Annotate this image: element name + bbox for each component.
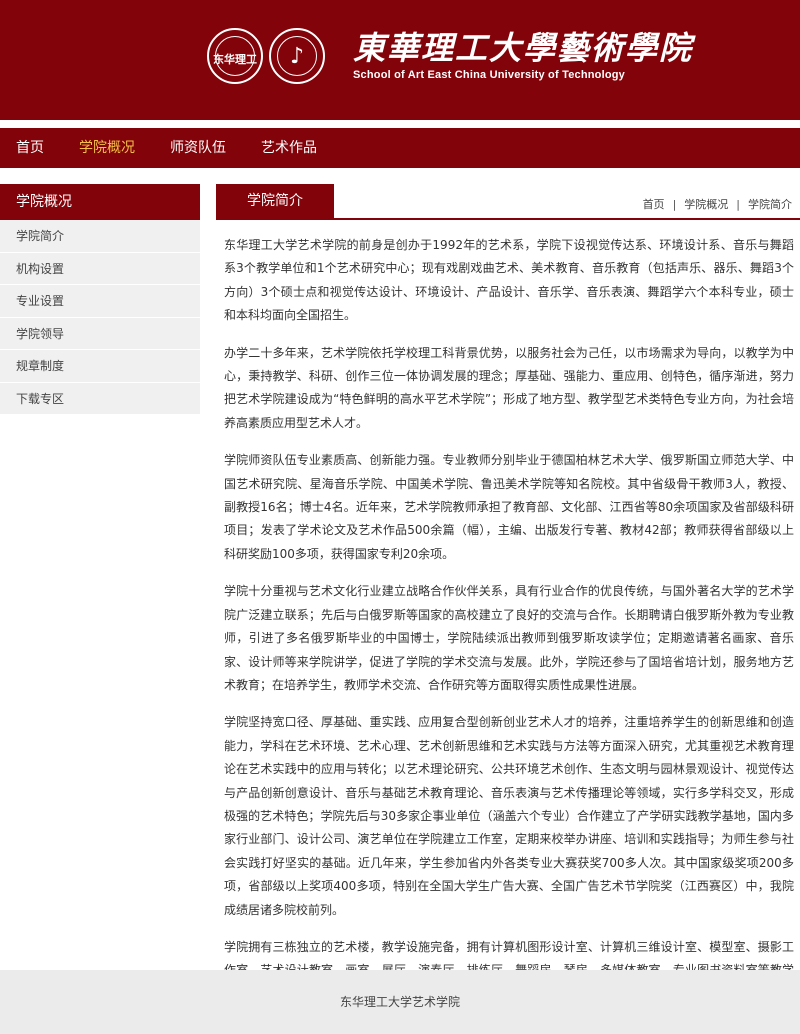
breadcrumb-about[interactable]: 学院概况	[684, 198, 728, 211]
sidebar: 学院概况 学院简介 机构设置 专业设置 学院领导 规章制度 下载专区	[0, 184, 200, 415]
nav-item-faculty[interactable]: 师资队伍	[154, 128, 242, 168]
breadcrumb: 首页 | 学院概况 | 学院简介	[643, 196, 792, 212]
nav-item-home[interactable]: 首页	[0, 128, 60, 168]
content-tab-title: 学院简介	[216, 184, 334, 218]
logo-group[interactable]: 东华理工 ♪ 東華理工大學藝術學院 School of Art East Chi…	[207, 24, 693, 88]
sidebar-item-organization[interactable]: 机构设置	[0, 253, 200, 285]
breadcrumb-intro[interactable]: 学院简介	[748, 198, 792, 211]
site-header: 东华理工 ♪ 東華理工大學藝術學院 School of Art East Chi…	[0, 0, 800, 120]
sidebar-item-intro[interactable]: 学院简介	[0, 220, 200, 253]
sidebar-title: 学院概况	[0, 184, 200, 220]
footer-text: 东华理工大学艺术学院	[339, 995, 460, 1009]
article-body: 东华理工大学艺术学院的前身是创办于1992年的艺术系，学院下设视觉传达系、环境设…	[224, 234, 794, 1034]
sidebar-item-downloads[interactable]: 下载专区	[0, 383, 200, 415]
sidebar-list: 学院简介 机构设置 专业设置 学院领导 规章制度 下载专区	[0, 220, 200, 415]
music-note-icon: ♪	[277, 36, 317, 76]
content-header: 学院简介 首页 | 学院概况 | 学院简介	[216, 184, 800, 220]
article-paragraph: 学院师资队伍专业素质高、创新能力强。专业教师分别毕业于德国柏林艺术大学、俄罗斯国…	[224, 453, 794, 561]
site-title-cn: 東華理工大學藝術學院	[353, 29, 694, 67]
art-school-emblem-icon: ♪	[269, 28, 325, 84]
sidebar-item-regulations[interactable]: 规章制度	[0, 350, 200, 383]
article-paragraph: 办学二十多年来，艺术学院依托学校理工科背景优势，以服务社会为己任，以市场需求为导…	[224, 345, 794, 430]
article-paragraph: 东华理工大学艺术学院的前身是创办于1992年的艺术系，学院下设视觉传达系、环境设…	[224, 238, 794, 323]
nav-item-about[interactable]: 学院概况	[63, 128, 151, 168]
article-paragraph: 学院坚持宽口径、厚基础、重实践、应用复合型创新创业艺术人才的培养，注重培养学生的…	[224, 715, 794, 917]
emblem-text: 东华理工	[213, 53, 257, 66]
main-nav: 首页 学院概况 师资队伍 艺术作品	[0, 128, 800, 168]
site-title-en: School of Art East China University of T…	[353, 69, 625, 81]
university-emblem-icon: 东华理工	[207, 28, 263, 84]
site-title-block: 東華理工大學藝術學院 School of Art East China Univ…	[353, 29, 693, 83]
breadcrumb-separator: |	[736, 198, 740, 211]
sidebar-item-leaders[interactable]: 学院领导	[0, 318, 200, 350]
breadcrumb-home[interactable]: 首页	[643, 198, 665, 211]
sidebar-item-majors[interactable]: 专业设置	[0, 285, 200, 318]
nav-item-artworks[interactable]: 艺术作品	[245, 128, 333, 168]
breadcrumb-separator: |	[672, 198, 677, 211]
article-paragraph: 学院十分重视与艺术文化行业建立战略合作伙伴关系，具有行业合作的优良传统，与国外著…	[224, 584, 794, 692]
site-footer: 东华理工大学艺术学院	[0, 970, 800, 1034]
